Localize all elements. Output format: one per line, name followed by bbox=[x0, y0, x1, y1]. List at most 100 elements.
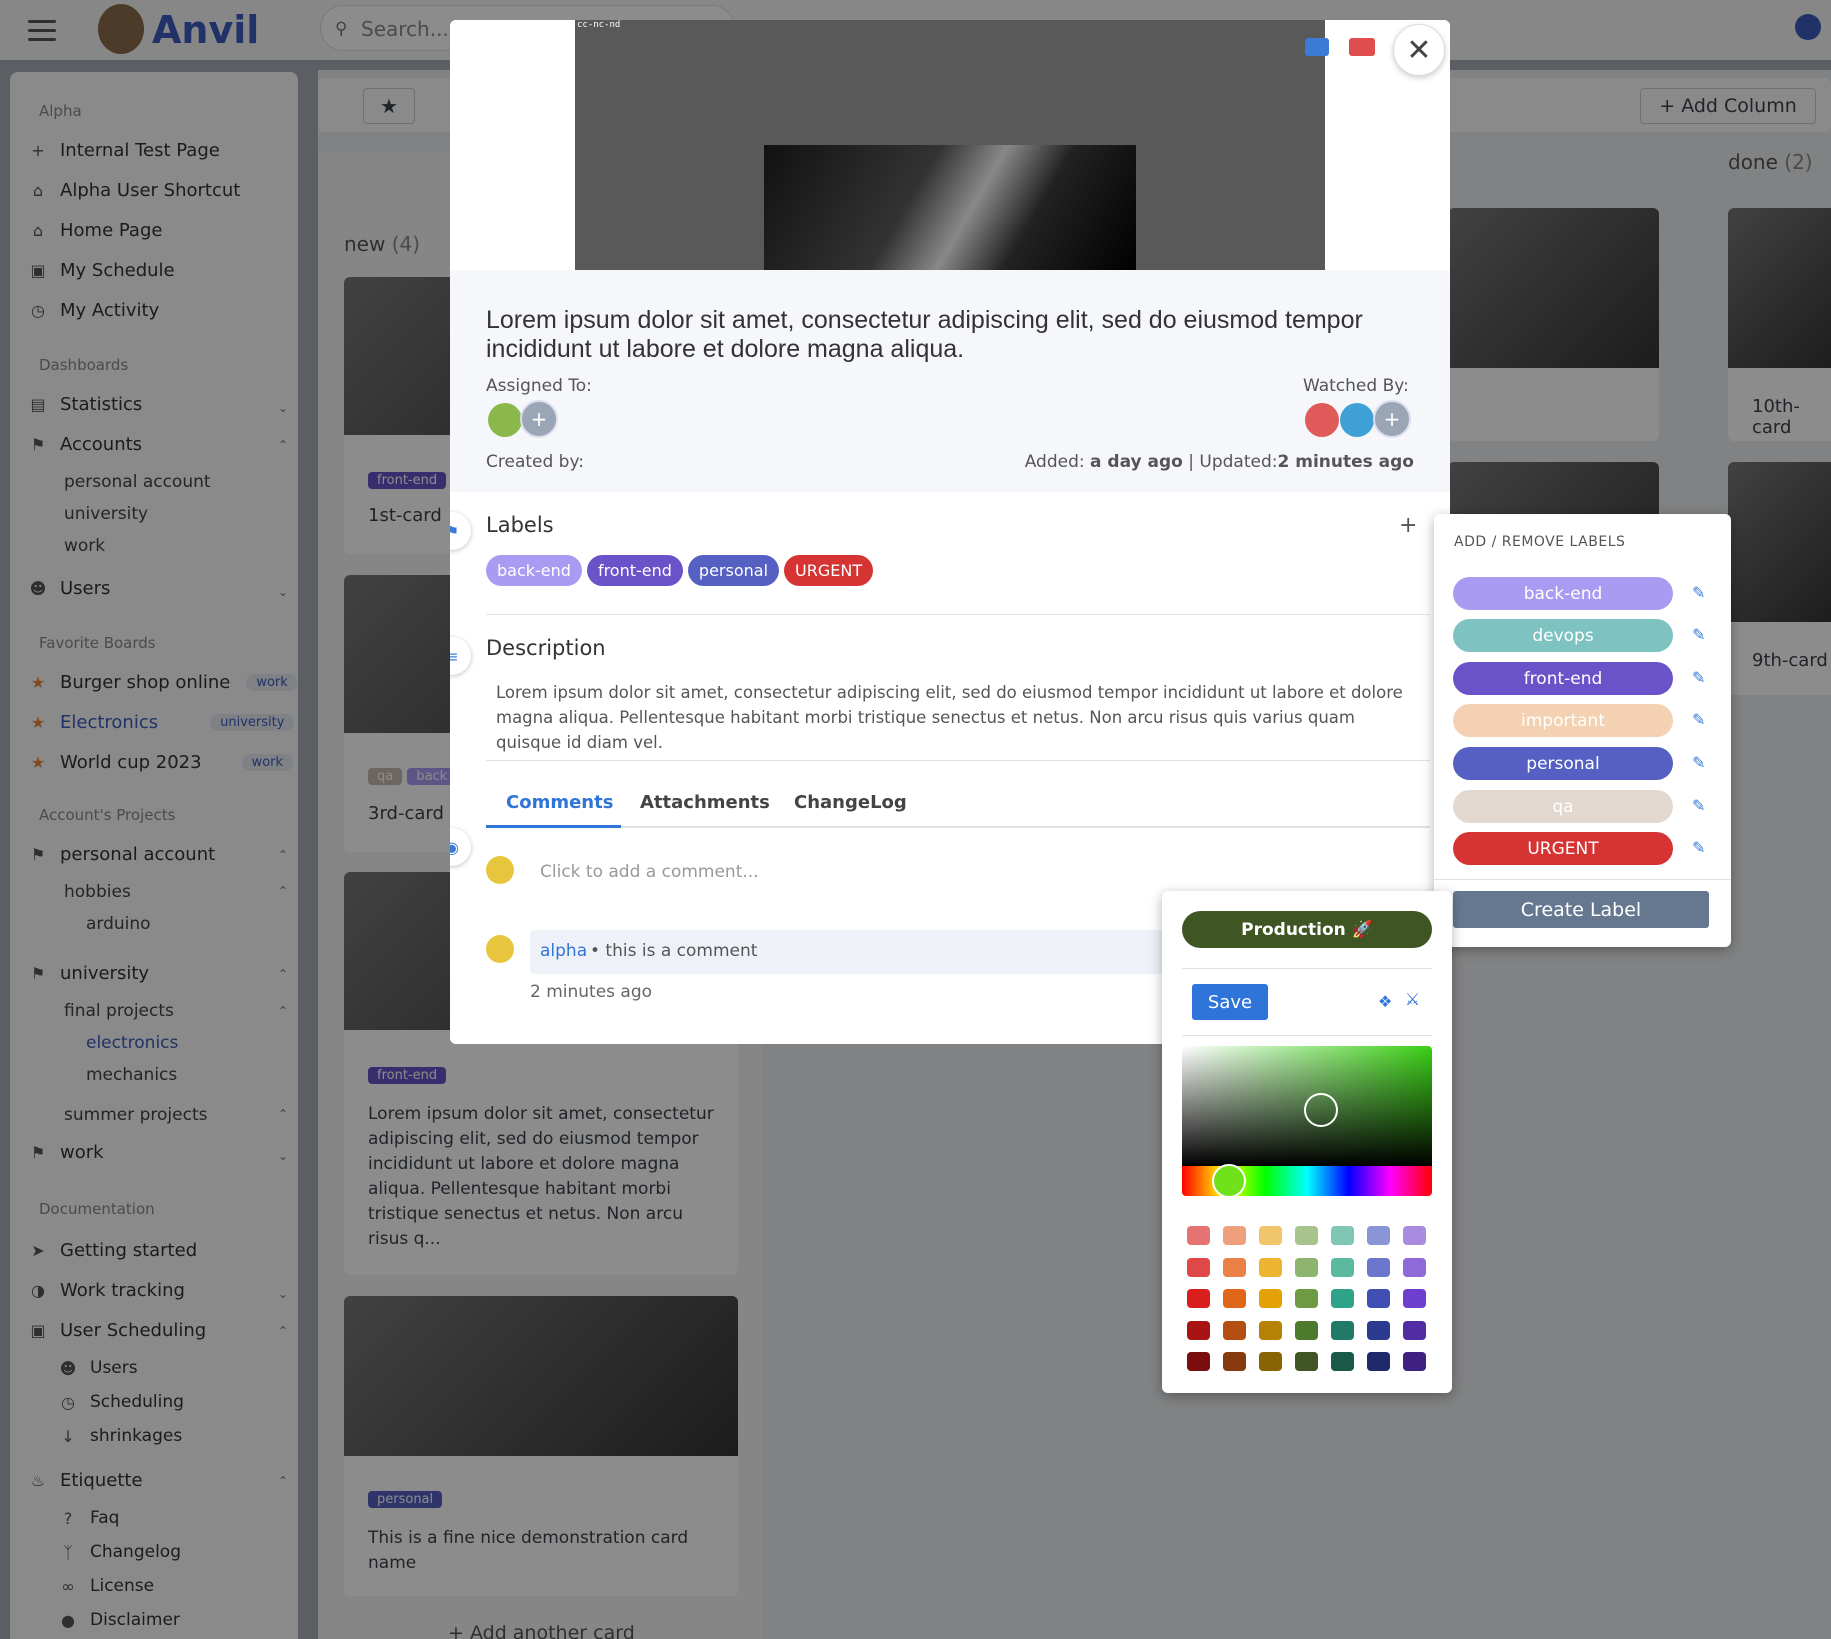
sidebar-item-home[interactable]: ⌂ Home Page bbox=[28, 220, 163, 241]
chevron-down-icon[interactable]: ⌄ bbox=[278, 1287, 288, 1301]
color-swatch[interactable] bbox=[1295, 1257, 1318, 1277]
video-preview[interactable] bbox=[575, 20, 1325, 270]
project-electronics[interactable]: electronics bbox=[86, 1033, 178, 1053]
watcher-avatar[interactable] bbox=[1305, 403, 1339, 437]
card-demo[interactable]: personal This is a fine nice demonstrati… bbox=[344, 1296, 738, 1596]
favorite-board-worldcup[interactable]: ★ World cup 2023 work bbox=[28, 752, 294, 773]
color-swatch[interactable] bbox=[1367, 1320, 1390, 1340]
chevron-up-icon[interactable]: ⌃ bbox=[278, 848, 288, 862]
image-icon[interactable] bbox=[1305, 38, 1329, 56]
label-option[interactable]: back-end bbox=[1453, 577, 1673, 610]
sidebar-subitem-personal-account[interactable]: personal account bbox=[64, 472, 211, 492]
color-swatch[interactable] bbox=[1187, 1289, 1210, 1308]
color-swatch[interactable] bbox=[1403, 1289, 1426, 1308]
hue-handle[interactable] bbox=[1212, 1164, 1246, 1198]
project-personal-account[interactable]: ⚑ personal account bbox=[28, 844, 215, 865]
paint-roller-icon[interactable]: ⚔ bbox=[1405, 990, 1420, 1010]
chevron-down-icon[interactable]: ⌄ bbox=[278, 1149, 288, 1163]
docs-user-scheduling[interactable]: ▣ User Scheduling bbox=[28, 1320, 206, 1341]
tab-changelog[interactable]: ChangeLog bbox=[794, 792, 907, 813]
color-swatch[interactable] bbox=[1295, 1320, 1318, 1340]
remove-image-icon[interactable] bbox=[1349, 38, 1375, 56]
chevron-up-icon[interactable]: ⌃ bbox=[278, 1474, 288, 1488]
card-middle-1[interactable] bbox=[1448, 208, 1659, 441]
watcher-avatar[interactable] bbox=[1340, 403, 1374, 437]
label-option[interactable]: front-end bbox=[1453, 662, 1673, 695]
edit-label-icon[interactable]: ✎ bbox=[1692, 796, 1705, 815]
card-10th[interactable]: 10th-card bbox=[1728, 208, 1831, 441]
chevron-down-icon[interactable]: ⌄ bbox=[278, 585, 288, 599]
sidebar-item-accounts[interactable]: ⚑ Accounts bbox=[28, 434, 142, 455]
project-work[interactable]: ⚑ work bbox=[28, 1142, 104, 1163]
sidebar-subitem-work[interactable]: work bbox=[64, 536, 105, 556]
dark-mode-toggle-icon[interactable] bbox=[1795, 14, 1821, 40]
docs-etiquette[interactable]: ♨ Etiquette bbox=[28, 1470, 143, 1491]
color-swatch[interactable] bbox=[1295, 1352, 1318, 1371]
save-button[interactable]: Save bbox=[1192, 984, 1268, 1020]
color-swatch[interactable] bbox=[1259, 1320, 1282, 1340]
color-swatch[interactable] bbox=[1223, 1352, 1246, 1371]
app-logo-text[interactable]: Anvil bbox=[152, 8, 259, 52]
card-title[interactable]: Lorem ipsum dolor sit amet, consectetur … bbox=[486, 306, 1386, 364]
favorite-board-burger[interactable]: ★ Burger shop online work bbox=[28, 672, 298, 693]
color-swatch[interactable] bbox=[1331, 1289, 1354, 1308]
sidebar-item-users[interactable]: ☻ Users bbox=[28, 578, 111, 599]
label-pill[interactable]: URGENT bbox=[784, 555, 874, 586]
chevron-up-icon[interactable]: ⌃ bbox=[278, 438, 288, 452]
docs-getting-started[interactable]: ➤ Getting started bbox=[28, 1240, 197, 1261]
color-swatch[interactable] bbox=[1187, 1226, 1210, 1245]
sidebar-subitem-university[interactable]: university bbox=[64, 504, 148, 524]
label-pill[interactable]: personal bbox=[687, 555, 780, 586]
label-pill[interactable]: back-end bbox=[486, 555, 582, 586]
create-label-button[interactable]: Create Label bbox=[1453, 891, 1709, 928]
sidebar-item-alpha-shortcut[interactable]: ⌂ Alpha User Shortcut bbox=[28, 180, 240, 201]
color-swatch[interactable] bbox=[1223, 1289, 1246, 1308]
color-swatch[interactable] bbox=[1367, 1257, 1390, 1277]
color-swatch[interactable] bbox=[1223, 1226, 1246, 1245]
edit-label-icon[interactable]: ✎ bbox=[1692, 838, 1705, 857]
add-label-icon[interactable]: + bbox=[1399, 513, 1417, 538]
edit-label-icon[interactable]: ✎ bbox=[1692, 625, 1705, 644]
label-pill[interactable]: front-end bbox=[586, 555, 683, 586]
docs-faq[interactable]: ? Faq bbox=[58, 1508, 120, 1528]
color-swatch[interactable] bbox=[1331, 1352, 1354, 1371]
color-swatch[interactable] bbox=[1295, 1226, 1318, 1245]
card-9th[interactable]: 9th-card bbox=[1728, 462, 1831, 695]
project-mechanics[interactable]: mechanics bbox=[86, 1065, 177, 1085]
search-input[interactable]: Search... bbox=[361, 17, 449, 41]
label-option[interactable]: devops bbox=[1453, 619, 1673, 652]
tab-comments[interactable]: Comments bbox=[506, 792, 613, 813]
color-swatch[interactable] bbox=[1187, 1320, 1210, 1340]
project-hobbies[interactable]: hobbies bbox=[64, 882, 131, 902]
color-swatch[interactable] bbox=[1187, 1257, 1210, 1277]
close-icon[interactable]: ✕ bbox=[1393, 24, 1445, 76]
color-swatch[interactable] bbox=[1295, 1289, 1318, 1308]
color-swatch[interactable] bbox=[1259, 1226, 1282, 1245]
add-card-button[interactable]: + Add another card bbox=[448, 1622, 635, 1639]
add-assignee-button[interactable]: + bbox=[520, 400, 558, 438]
sidebar-item-internal-test[interactable]: + Internal Test Page bbox=[28, 140, 220, 161]
favorite-board-electronics[interactable]: ★ Electronics university bbox=[28, 712, 295, 733]
chevron-up-icon[interactable]: ⌃ bbox=[278, 1107, 288, 1121]
color-swatch[interactable] bbox=[1259, 1257, 1282, 1277]
docs-changelog[interactable]: ᛉ Changelog bbox=[58, 1542, 181, 1562]
color-swatch[interactable] bbox=[1259, 1289, 1282, 1308]
saturation-handle[interactable] bbox=[1304, 1093, 1338, 1127]
color-swatch[interactable] bbox=[1403, 1226, 1426, 1245]
docs-disclaimer[interactable]: ● Disclaimer bbox=[58, 1610, 180, 1630]
chevron-up-icon[interactable]: ⌃ bbox=[278, 884, 288, 898]
chevron-up-icon[interactable]: ⌃ bbox=[278, 967, 288, 981]
docs-license[interactable]: ∞ License bbox=[58, 1576, 154, 1596]
label-option[interactable]: important bbox=[1453, 704, 1673, 737]
color-swatch[interactable] bbox=[1259, 1352, 1282, 1371]
project-final-projects[interactable]: final projects bbox=[64, 1001, 174, 1021]
label-option[interactable]: qa bbox=[1453, 790, 1673, 823]
docs-sched-users[interactable]: ☻ Users bbox=[58, 1358, 138, 1378]
label-option[interactable]: personal bbox=[1453, 747, 1673, 780]
color-swatch[interactable] bbox=[1187, 1352, 1210, 1371]
label-option[interactable]: URGENT bbox=[1453, 832, 1673, 865]
color-swatch[interactable] bbox=[1331, 1257, 1354, 1277]
comment-author[interactable]: alpha bbox=[540, 941, 587, 961]
docs-sched-shrinkages[interactable]: ↓ shrinkages bbox=[58, 1426, 182, 1446]
add-watcher-button[interactable]: + bbox=[1373, 400, 1411, 438]
